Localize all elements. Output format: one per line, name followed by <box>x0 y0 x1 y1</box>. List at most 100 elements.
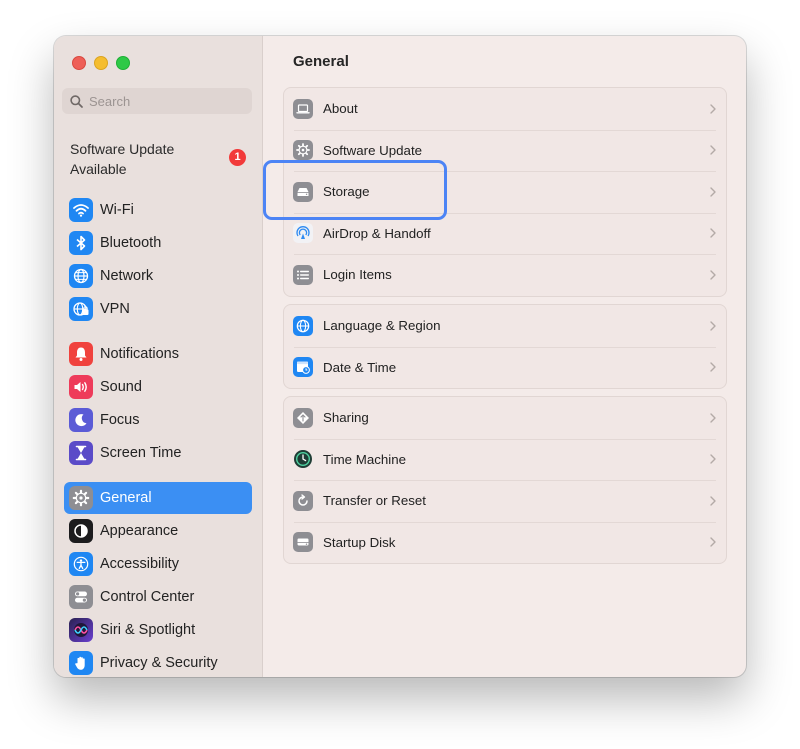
moon-icon <box>69 408 93 432</box>
gear-badge-icon <box>293 140 313 161</box>
sidebar-item-notifications[interactable]: Notifications <box>64 338 252 370</box>
chevron-right-icon <box>710 145 716 155</box>
vpn-globe-icon <box>69 297 93 321</box>
zoom-button[interactable] <box>116 56 130 70</box>
wifi-icon <box>69 198 93 222</box>
search-input[interactable] <box>89 93 239 109</box>
row-storage[interactable]: Storage <box>284 171 726 213</box>
chevron-right-icon <box>710 321 716 331</box>
chevron-right-icon <box>710 454 716 464</box>
sidebar-item-label: Sound <box>100 379 142 395</box>
update-count-badge: 1 <box>229 149 246 166</box>
settings-group-system: About Software Update Storage AirDrop & … <box>283 87 727 297</box>
sidebar-item-focus[interactable]: Focus <box>64 404 252 436</box>
bluetooth-icon <box>69 231 93 255</box>
chevron-right-icon <box>710 537 716 547</box>
toggles-icon <box>69 585 93 609</box>
row-sharing[interactable]: Sharing <box>284 397 726 439</box>
sidebar-item-label: Accessibility <box>100 556 179 572</box>
row-label: About <box>323 101 358 117</box>
page-title: General <box>293 53 349 70</box>
sidebar-item-label: Appearance <box>100 523 179 539</box>
search-icon <box>70 94 83 108</box>
sidebar-item-appearance[interactable]: Appearance <box>64 515 252 547</box>
chevron-right-icon <box>710 187 716 197</box>
siri-icon <box>69 618 93 642</box>
hand-icon <box>69 651 93 675</box>
sidebar-item-label: Notifications <box>100 346 179 362</box>
sidebar: Software Update Available 1 Wi-Fi Blueto… <box>54 36 263 677</box>
row-login-items[interactable]: Login Items <box>284 254 726 296</box>
bell-icon <box>69 342 93 366</box>
reset-icon <box>293 490 313 511</box>
software-update-notice-text: Software Update Available <box>70 141 175 177</box>
sidebar-item-label: Focus <box>100 412 140 428</box>
row-software-update[interactable]: Software Update <box>284 129 726 172</box>
row-about[interactable]: About <box>284 88 726 130</box>
sidebar-item-label: General <box>100 490 152 506</box>
row-date-time[interactable]: Date & Time <box>284 346 726 389</box>
minimize-button[interactable] <box>94 56 108 70</box>
row-startup-disk[interactable]: Startup Disk <box>284 521 726 564</box>
sidebar-item-siri-spotlight[interactable]: Siri & Spotlight <box>64 614 252 646</box>
sidebar-item-label: VPN <box>100 301 130 317</box>
row-label: Time Machine <box>323 451 407 467</box>
sidebar-item-label: Screen Time <box>100 445 182 461</box>
close-button[interactable] <box>72 56 86 70</box>
airdrop-icon <box>293 223 313 244</box>
row-label: AirDrop & Handoff <box>323 225 431 241</box>
sidebar-item-general[interactable]: General <box>64 482 252 514</box>
settings-group-locale: Language & Region Date & Time <box>283 304 727 389</box>
main-content: General About Software Update Storage Ai… <box>263 36 746 677</box>
row-label: Startup Disk <box>323 534 396 550</box>
accessibility-icon <box>69 552 93 576</box>
list-icon <box>293 264 313 285</box>
chevron-right-icon <box>710 362 716 372</box>
disk-icon <box>293 532 313 553</box>
chevron-right-icon <box>710 496 716 506</box>
row-label: Language & Region <box>323 318 441 334</box>
chevron-right-icon <box>710 104 716 114</box>
laptop-icon <box>293 98 313 119</box>
sidebar-item-label: Privacy & Security <box>100 655 218 671</box>
chevron-right-icon <box>710 228 716 238</box>
row-time-machine[interactable]: Time Machine <box>284 438 726 481</box>
sidebar-item-label: Network <box>100 268 154 284</box>
sidebar-item-accessibility[interactable]: Accessibility <box>64 548 252 580</box>
sidebar-item-label: Bluetooth <box>100 235 162 251</box>
sidebar-item-label: Control Center <box>100 589 195 605</box>
row-transfer-reset[interactable]: Transfer or Reset <box>284 480 726 522</box>
hourglass-icon <box>69 441 93 465</box>
row-label: Software Update <box>323 142 423 158</box>
sidebar-item-wifi[interactable]: Wi-Fi <box>64 194 252 226</box>
drive-icon <box>293 181 313 202</box>
chevron-right-icon <box>710 270 716 280</box>
sidebar-item-label: Siri & Spotlight <box>100 622 196 638</box>
sidebar-item-screen-time[interactable]: Screen Time <box>64 437 252 469</box>
sidebar-item-network[interactable]: Network <box>64 260 252 292</box>
row-label: Login Items <box>323 267 392 283</box>
row-airdrop-handoff[interactable]: AirDrop & Handoff <box>284 212 726 255</box>
chevron-right-icon <box>710 413 716 423</box>
appearance-icon <box>69 519 93 543</box>
speaker-icon <box>69 375 93 399</box>
gear-icon <box>69 486 93 510</box>
sidebar-item-control-center[interactable]: Control Center <box>64 581 252 613</box>
search-field[interactable] <box>62 88 252 114</box>
settings-group-maintenance: Sharing Time Machine Transfer or Reset S… <box>283 396 727 564</box>
row-label: Sharing <box>323 410 369 426</box>
time-machine-icon <box>293 449 313 469</box>
row-language-region[interactable]: Language & Region <box>284 305 726 347</box>
row-label: Transfer or Reset <box>323 493 426 509</box>
row-label: Date & Time <box>323 359 397 375</box>
sidebar-item-bluetooth[interactable]: Bluetooth <box>64 227 252 259</box>
sidebar-item-label: Wi-Fi <box>100 202 134 218</box>
sidebar-item-privacy-security[interactable]: Privacy & Security <box>64 647 252 677</box>
traffic-lights <box>72 56 130 70</box>
sidebar-item-sound[interactable]: Sound <box>64 371 252 403</box>
sidebar-item-vpn[interactable]: VPN <box>64 293 252 325</box>
settings-window: Software Update Available 1 Wi-Fi Blueto… <box>54 36 746 677</box>
row-label: Storage <box>323 184 370 200</box>
globe-icon <box>69 264 93 288</box>
software-update-notice[interactable]: Software Update Available <box>70 140 256 179</box>
